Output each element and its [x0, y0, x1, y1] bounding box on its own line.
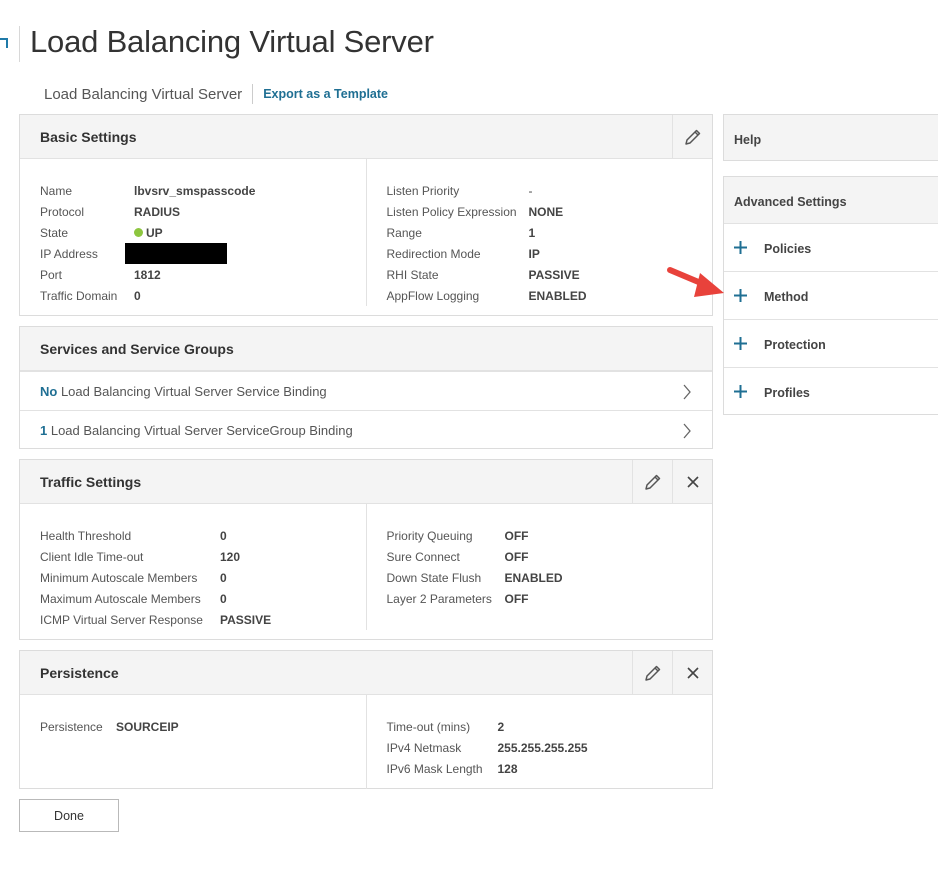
pencil-icon — [644, 474, 660, 490]
kv-ipv6-mask-length: IPv6 Mask Length 128 — [386, 761, 518, 776]
services-title: Services and Service Groups — [40, 341, 234, 357]
persistence-title: Persistence — [40, 665, 119, 681]
close-traffic-settings-button[interactable] — [672, 460, 712, 503]
kv-listen-priority: Listen Priority - — [386, 183, 533, 198]
service-binding-label: Load Balancing Virtual Server Service Bi… — [57, 384, 327, 399]
page-title: Load Balancing Virtual Server — [30, 24, 434, 59]
pencil-icon — [644, 665, 660, 681]
close-icon — [686, 666, 699, 679]
breadcrumb-divider — [252, 84, 254, 104]
kv-persistence: Persistence SOURCEIP — [40, 719, 179, 734]
redacted-ip-block — [125, 243, 227, 264]
kv-timeout-mins: Time-out (mins) 2 — [386, 719, 505, 734]
advanced-item-label: Policies — [764, 242, 812, 256]
traffic-settings-header: Traffic Settings — [20, 460, 712, 504]
kv-range: Range 1 — [386, 225, 536, 240]
status-dot-icon — [134, 228, 143, 237]
traffic-settings-title: Traffic Settings — [40, 474, 142, 490]
kv-redirection-mode: Redirection Mode IP — [386, 246, 540, 261]
plus-icon — [734, 385, 747, 398]
basic-settings-title: Basic Settings — [40, 129, 137, 145]
chevron-right-icon — [683, 423, 691, 439]
kv-traffic-domain: Traffic Domain 0 — [40, 288, 141, 303]
persistence-panel: Persistence Persistence SOURCEIP Time-out… — [19, 650, 713, 789]
service-binding-row[interactable]: No Load Balancing Virtual Server Service… — [20, 371, 712, 410]
advanced-item-protection[interactable]: Protection — [724, 319, 938, 367]
kv-ip-address: IP Address — [40, 243, 366, 264]
advanced-item-label: Protection — [764, 338, 826, 352]
kv-protocol: Protocol RADIUS — [40, 204, 181, 219]
persistence-left: Persistence SOURCEIP — [20, 695, 366, 789]
advanced-item-profiles[interactable]: Profiles — [724, 367, 938, 415]
kv-sure-connect: Sure Connect OFF — [386, 549, 529, 564]
kv-layer2-params: Layer 2 Parameters OFF — [386, 591, 529, 606]
breadcrumb: Load Balancing Virtual Server — [44, 85, 243, 103]
plus-icon — [734, 241, 747, 254]
subheader: Load Balancing Virtual Server Export as … — [44, 84, 388, 104]
kv-state: State UP — [40, 225, 163, 240]
export-template-link[interactable]: Export as a Template — [263, 87, 388, 101]
basic-settings-right: Listen Priority - Listen Policy Expressio… — [365, 159, 713, 306]
basic-settings-panel: Basic Settings Name lbvsrv_smspasscode Pr… — [19, 114, 713, 316]
edit-persistence-button[interactable] — [632, 651, 672, 694]
kv-client-idle-timeout: Client Idle Time-out 120 — [40, 549, 241, 564]
advanced-item-policies[interactable]: Policies — [724, 223, 938, 271]
services-panel: Services and Service Groups No Load Bala… — [19, 326, 713, 449]
traffic-settings-left: Health Threshold 0 Client Idle Time-out 12… — [20, 504, 366, 630]
close-persistence-button[interactable] — [672, 651, 712, 694]
advanced-settings-panel: Advanced Settings Policies Method Protec… — [723, 176, 938, 415]
servicegroup-binding-label: Load Balancing Virtual Server ServiceGro… — [47, 423, 353, 438]
close-icon — [686, 475, 699, 488]
plus-icon — [734, 337, 747, 350]
basic-settings-left: Name lbvsrv_smspasscode Protocol RADIUS St… — [20, 159, 366, 306]
advanced-settings-title: Advanced Settings — [734, 195, 847, 209]
kv-down-state-flush: Down State Flush ENABLED — [386, 570, 563, 585]
kv-listen-policy: Listen Policy Expression NONE — [386, 204, 564, 219]
help-title: Help — [734, 133, 762, 147]
plus-icon — [734, 289, 747, 302]
done-button[interactable]: Done — [19, 799, 119, 832]
advanced-settings-header: Advanced Settings — [724, 177, 938, 223]
annotation-arrow-icon — [667, 267, 724, 297]
advanced-item-method[interactable]: Method — [724, 271, 938, 319]
advanced-item-label: Method — [764, 290, 809, 304]
advanced-item-label: Profiles — [764, 386, 810, 400]
basic-settings-header: Basic Settings — [20, 115, 712, 159]
kv-port: Port 1812 — [40, 267, 161, 282]
traffic-settings-right: Priority Queuing OFF Sure Connect OFF Down… — [365, 504, 713, 630]
kv-min-autoscale: Minimum Autoscale Members 0 — [40, 570, 227, 585]
kv-max-autoscale: Maximum Autoscale Members 0 — [40, 591, 227, 606]
traffic-settings-panel: Traffic Settings Health Threshold 0 Clien… — [19, 459, 713, 640]
persistence-header: Persistence — [20, 651, 712, 695]
kv-icmp-response: ICMP Virtual Server Response PASSIVE — [40, 612, 272, 627]
services-header: Services and Service Groups — [20, 327, 712, 371]
pencil-icon — [684, 129, 700, 145]
persistence-right: Time-out (mins) 2 IPv4 Netmask 255.255.255… — [365, 695, 713, 789]
kv-name: Name lbvsrv_smspasscode — [40, 183, 256, 198]
help-panel[interactable]: Help — [723, 114, 938, 161]
edit-basic-settings-button[interactable] — [672, 115, 712, 158]
kv-ipv4-netmask: IPv4 Netmask 255.255.255.255 — [386, 740, 588, 755]
chevron-right-icon — [683, 384, 691, 400]
title-divider — [19, 26, 20, 62]
service-binding-count: No — [40, 384, 58, 399]
kv-priority-queuing: Priority Queuing OFF — [386, 528, 529, 543]
back-indicator[interactable] — [0, 38, 8, 48]
servicegroup-binding-row[interactable]: 1 Load Balancing Virtual Server ServiceG… — [20, 410, 712, 449]
kv-health-threshold: Health Threshold 0 — [40, 528, 227, 543]
edit-traffic-settings-button[interactable] — [632, 460, 672, 503]
